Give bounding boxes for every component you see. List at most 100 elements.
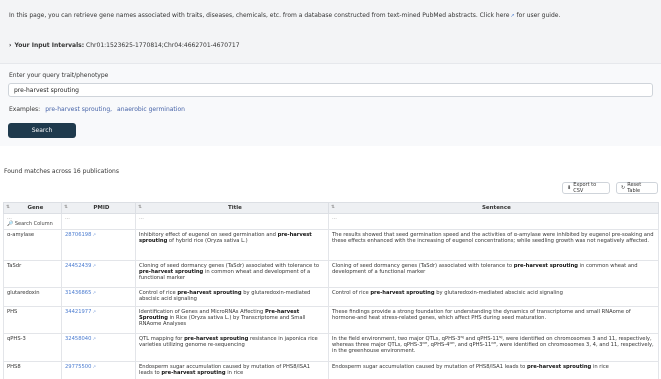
sentence-cell: Control of rice pre-harvest sprouting by… bbox=[328, 286, 659, 307]
column-header-pmid-label: PMID bbox=[93, 205, 110, 211]
title-cell: Control of rice pre-harvest sprouting by… bbox=[135, 286, 329, 307]
intervals-label: Your Input Intervals: bbox=[14, 42, 85, 49]
sentence-text: in rice bbox=[591, 363, 609, 370]
pmid-link[interactable]: 24452439 bbox=[65, 263, 91, 269]
title-text: of hybrid rice (Oryza sativa L.) bbox=[167, 237, 248, 244]
sentence-cell: Cloning of seed dormancy genes (TaSdr) a… bbox=[328, 259, 659, 288]
column-header-title-label: Title bbox=[227, 205, 242, 211]
chevron-right-icon[interactable]: › bbox=[9, 42, 11, 49]
pmid-cell[interactable]: 31436865↗ bbox=[61, 286, 136, 307]
gene-filter[interactable]: ... 🔎 Search Column bbox=[3, 213, 62, 230]
table-header-row: ⇅ Gene ⇅ PMID ⇅ Title ⇅ Sentence bbox=[3, 202, 659, 214]
table-row: PHS8 29775500↗ Endosperm sugar accumulat… bbox=[3, 360, 659, 379]
external-link-icon[interactable]: ↗ bbox=[92, 264, 96, 269]
title-highlight: pre-harvest sprouting bbox=[161, 369, 226, 376]
example-link-pre-harvest-sprouting[interactable]: pre-harvest sprouting, bbox=[45, 106, 112, 113]
query-label: Enter your query trait/phenotype bbox=[9, 72, 109, 79]
query-panel: Enter your query trait/phenotype Example… bbox=[0, 63, 661, 146]
reset-table-label: Reset Table bbox=[627, 182, 642, 194]
column-header-gene-label: Gene bbox=[27, 205, 44, 211]
title-text: Cloning of seed dormancy genes (TaSdr) a… bbox=[139, 262, 320, 269]
query-input[interactable] bbox=[8, 83, 653, 97]
sentence-text: In the field environment, two major QTLs… bbox=[332, 335, 654, 355]
column-header-pmid[interactable]: ⇅ PMID bbox=[61, 202, 136, 214]
sentence-cell: The results showed that seed germination… bbox=[328, 228, 659, 261]
column-header-title[interactable]: ⇅ Title bbox=[135, 202, 329, 214]
sentence-highlight: pre-harvest sprouting bbox=[370, 289, 435, 296]
title-text: Control of rice bbox=[139, 289, 178, 296]
pmid-filter[interactable]: ... bbox=[61, 213, 136, 230]
external-link-icon[interactable]: ↗ bbox=[92, 291, 96, 296]
table-row: glutaredoxin 31436865↗ Control of rice p… bbox=[3, 286, 659, 307]
external-link-icon[interactable]: ↗ bbox=[92, 337, 96, 342]
title-cell: Endosperm sugar accumulation caused by m… bbox=[135, 360, 329, 379]
reset-icon: ↻ bbox=[621, 185, 626, 191]
title-cell: Identification of Genes and MicroRNAs Af… bbox=[135, 305, 329, 334]
pmid-cell[interactable]: 28706198↗ bbox=[61, 228, 136, 261]
info-band: In this page, you can retrieve gene name… bbox=[0, 0, 661, 63]
gene-cell: PHS8 bbox=[3, 360, 62, 379]
intro-suffix: for user guide. bbox=[514, 12, 561, 19]
examples-label: Examples: bbox=[9, 106, 41, 113]
intro-text: In this page, you can retrieve gene name… bbox=[9, 12, 560, 19]
pmid-cell[interactable]: 34421977↗ bbox=[61, 305, 136, 334]
examples-row: Examples: pre-harvest sprouting, anaerobic… bbox=[9, 106, 185, 113]
search-column-label: Search Column bbox=[14, 221, 53, 228]
results-table: ⇅ Gene ⇅ PMID ⇅ Title ⇅ Sentence ... 🔎 Search… bbox=[3, 202, 659, 379]
sort-icon[interactable]: ⇅ bbox=[6, 205, 10, 210]
input-intervals[interactable]: › Your Input Intervals: Chr01:1523625-177… bbox=[9, 42, 240, 49]
table-row: α-amylase 28706198↗ Inhibitory effect of… bbox=[3, 228, 659, 261]
sentence-text: by glutaredoxin-mediated abscisic acid s… bbox=[434, 289, 563, 296]
pmid-link[interactable]: 31436865 bbox=[65, 290, 91, 296]
export-csv-button[interactable]: ⬇ Export to CSV bbox=[562, 182, 610, 194]
sort-icon[interactable]: ⇅ bbox=[138, 205, 142, 210]
sentence-cell: In the field environment, two major QTLs… bbox=[328, 332, 659, 362]
reset-table-button[interactable]: ↻ Reset Table bbox=[616, 182, 658, 194]
title-cell: QTL mapping for pre-harvest sprouting re… bbox=[135, 332, 329, 362]
external-link-icon[interactable]: ↗ bbox=[92, 310, 96, 315]
pmid-cell[interactable]: 29775500↗ bbox=[61, 360, 136, 379]
title-filter[interactable]: ... bbox=[135, 213, 329, 230]
export-csv-label: Export to CSV bbox=[573, 182, 597, 194]
example-link-anaerobic-germination[interactable]: anaerobic germination bbox=[117, 106, 185, 113]
table-row: TaSdr 24452439↗ Cloning of seed dormancy… bbox=[3, 259, 659, 288]
table-row: qPHS-3 32458040↗ QTL mapping for pre-har… bbox=[3, 332, 659, 362]
intervals-value: Chr01:1523625-1770814;Chr04:4662701-4670… bbox=[84, 42, 240, 49]
title-highlight: pre-harvest sprouting bbox=[139, 268, 204, 275]
table-row: PHS 34421977↗ Identification of Genes an… bbox=[3, 305, 659, 334]
pmid-cell[interactable]: 24452439↗ bbox=[61, 259, 136, 288]
external-link-icon[interactable]: ↗ bbox=[92, 365, 96, 370]
sort-icon[interactable]: ⇅ bbox=[64, 205, 68, 210]
intro-main-text: In this page, you can retrieve gene name… bbox=[9, 12, 510, 19]
sentence-text: These findings provide a strong foundati… bbox=[332, 308, 631, 321]
gene-cell: PHS bbox=[3, 305, 62, 334]
sentence-highlight: pre-harvest sprouting bbox=[513, 262, 578, 269]
sentence-cell: Endosperm sugar accumulation caused by m… bbox=[328, 360, 659, 379]
sentence-text: Cloning of seed dormancy genes (TaSdr) a… bbox=[332, 262, 514, 269]
sentence-text: Endosperm sugar accumulation caused by m… bbox=[332, 363, 527, 370]
title-text: Identification of Genes and MicroRNAs Af… bbox=[139, 308, 265, 315]
search-column-button[interactable]: 🔎 Search Column bbox=[7, 221, 53, 227]
pmid-link[interactable]: 32458040 bbox=[65, 336, 91, 342]
pmid-link[interactable]: 34421977 bbox=[65, 309, 91, 315]
sort-icon[interactable]: ⇅ bbox=[331, 205, 335, 210]
pmid-link[interactable]: 29775500 bbox=[65, 364, 91, 370]
title-text: QTL mapping for bbox=[139, 335, 185, 342]
pmid-link[interactable]: 28706198 bbox=[65, 232, 91, 238]
column-header-sentence[interactable]: ⇅ Sentence bbox=[328, 202, 659, 214]
results-count: Found matches across 16 publications bbox=[4, 168, 119, 175]
sentence-text: Control of rice bbox=[332, 289, 371, 296]
title-text: Inhibitory effect of eugenol on seed ger… bbox=[139, 231, 278, 238]
column-header-sentence-label: Sentence bbox=[481, 205, 511, 211]
external-link-icon[interactable]: ↗ bbox=[92, 233, 96, 238]
sentence-cell: These findings provide a strong foundati… bbox=[328, 305, 659, 334]
pmid-cell[interactable]: 32458040↗ bbox=[61, 332, 136, 362]
search-button[interactable]: Search bbox=[8, 123, 76, 138]
gene-cell: qPHS-3 bbox=[3, 332, 62, 362]
filter-row: ... 🔎 Search Column ... ... ... bbox=[3, 213, 659, 230]
sentence-filter[interactable]: ... bbox=[328, 213, 659, 230]
sentence-highlight: pre-harvest sprouting bbox=[526, 363, 592, 370]
search-icon: 🔎 bbox=[7, 221, 14, 228]
gene-cell: α-amylase bbox=[3, 228, 62, 261]
column-header-gene[interactable]: ⇅ Gene bbox=[3, 202, 62, 214]
